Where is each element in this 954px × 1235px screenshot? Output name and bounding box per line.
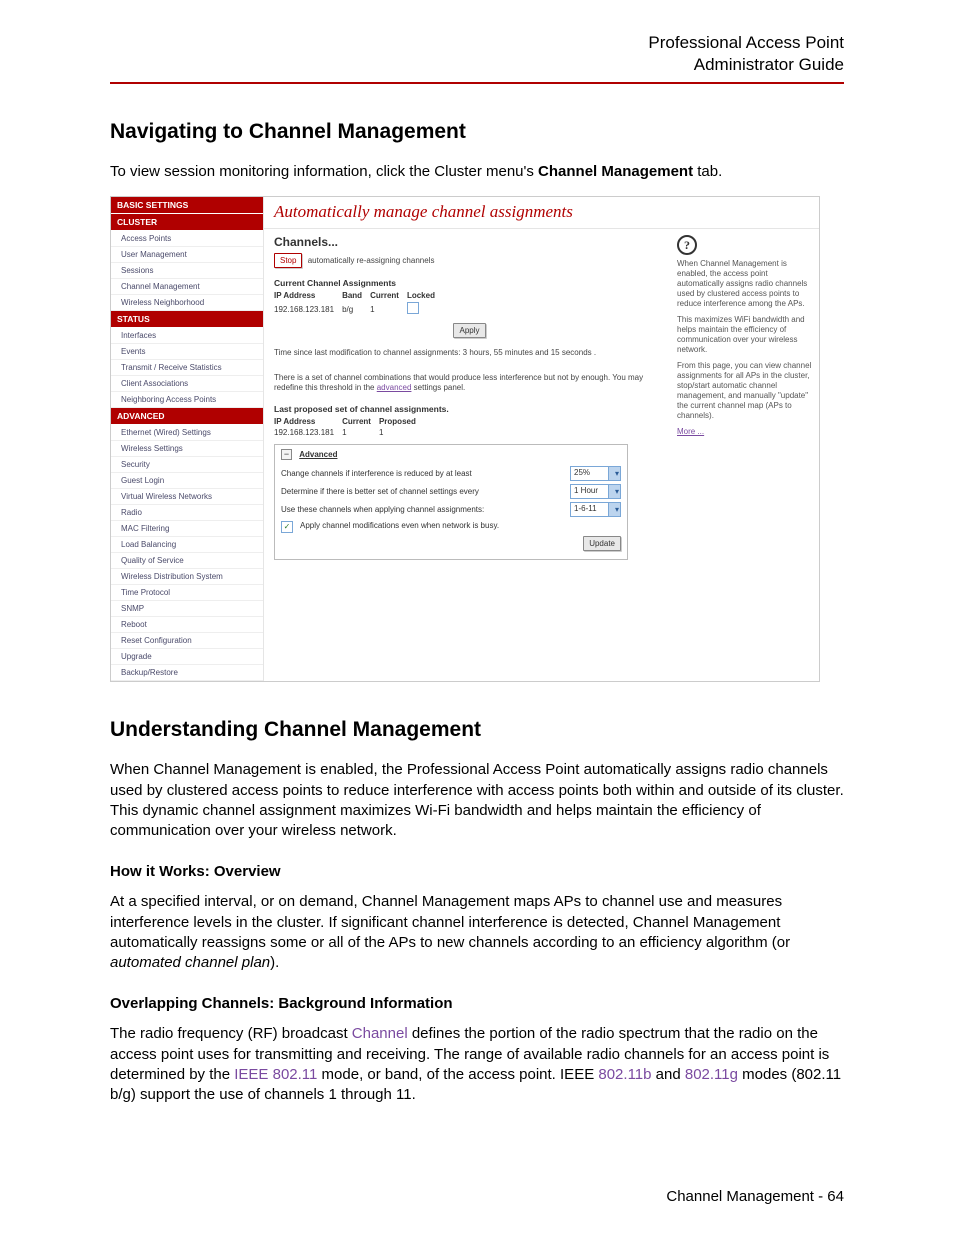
col2-proposed: Proposed [379, 416, 424, 427]
col-current: Current [370, 290, 407, 301]
advanced-title: Advanced [299, 450, 337, 459]
collapse-icon[interactable]: − [281, 449, 292, 460]
content-area: Clustered ⚙ 1 Access Point ⛶ 0 User Acco… [264, 229, 673, 681]
link-80211g[interactable]: 802.11g [685, 1066, 738, 1083]
link-80211b[interactable]: 802.11b [598, 1066, 651, 1083]
doc-title-2: Administrator Guide [694, 55, 844, 74]
help-text-3: From this page, you can view channel ass… [677, 361, 813, 421]
sidebar-group-status[interactable]: STATUS [111, 311, 263, 328]
last-proposed-title: Last proposed set of channel assignments… [274, 404, 665, 414]
update-button[interactable]: Update [583, 536, 621, 551]
adv-row3-select[interactable]: 1-6-11 [570, 502, 621, 517]
help-more-link[interactable]: More ... [677, 427, 704, 437]
sidebar-item-backup-restore[interactable]: Backup/Restore [111, 665, 263, 681]
sidebar-item-sessions[interactable]: Sessions [111, 263, 263, 279]
help-text-1: When Channel Management is enabled, the … [677, 259, 813, 309]
sidebar-group-advanced[interactable]: ADVANCED [111, 408, 263, 425]
sidebar: BASIC SETTINGS CLUSTER Access Points Use… [111, 197, 264, 681]
sidebar-group-cluster[interactable]: CLUSTER [111, 214, 263, 231]
help-text-2: This maximizes WiFi bandwidth and helps … [677, 315, 813, 355]
sidebar-item-channel-management[interactable]: Channel Management [111, 279, 263, 295]
stop-label: automatically re-assigning channels [308, 256, 435, 265]
adv-row1-select[interactable]: 25% [570, 466, 621, 481]
sidebar-item-reboot[interactable]: Reboot [111, 617, 263, 633]
sidebar-item-user-management[interactable]: User Management [111, 247, 263, 263]
sidebar-item-security[interactable]: Security [111, 457, 263, 473]
advanced-panel: − Advanced Change channels if interferen… [274, 444, 628, 560]
sidebar-item-wireless-neighborhood[interactable]: Wireless Neighborhood [111, 295, 263, 311]
admin-ui-screenshot: BASIC SETTINGS CLUSTER Access Points Use… [110, 196, 820, 682]
col2-ip: IP Address [274, 416, 342, 427]
adv-row4-label: Apply channel modifications even when ne… [300, 521, 621, 530]
sidebar-item-wds[interactable]: Wireless Distribution System [111, 569, 263, 585]
locked-checkbox[interactable] [407, 302, 419, 314]
link-ieee80211[interactable]: IEEE 802.11 [234, 1066, 317, 1083]
current-assignments-table: IP Address Band Current Locked 192.168.1… [274, 290, 443, 317]
sidebar-item-qos[interactable]: Quality of Service [111, 553, 263, 569]
sidebar-item-snmp[interactable]: SNMP [111, 601, 263, 617]
sidebar-item-reset-config[interactable]: Reset Configuration [111, 633, 263, 649]
stop-button[interactable]: Stop [274, 253, 302, 268]
sidebar-item-virtual-wireless[interactable]: Virtual Wireless Networks [111, 489, 263, 505]
overlapping-p: The radio frequency (RF) broadcast Chann… [110, 1024, 844, 1105]
sidebar-group-basic[interactable]: BASIC SETTINGS [111, 197, 263, 214]
current-assignments-title: Current Channel Assignments [274, 278, 665, 288]
col-band: Band [342, 290, 370, 301]
sidebar-item-guest-login[interactable]: Guest Login [111, 473, 263, 489]
sidebar-item-events[interactable]: Events [111, 344, 263, 360]
sidebar-item-mac-filtering[interactable]: MAC Filtering [111, 521, 263, 537]
sidebar-item-wireless-settings[interactable]: Wireless Settings [111, 441, 263, 457]
subheading-overlapping: Overlapping Channels: Background Informa… [110, 995, 844, 1012]
last-proposed-table: IP Address Current Proposed 192.168.123.… [274, 416, 424, 438]
table-row: 192.168.123.181 1 1 [274, 427, 424, 438]
link-channel[interactable]: Channel [352, 1025, 408, 1042]
channels-heading: Channels... [274, 235, 665, 249]
sidebar-item-tx-rx-stats[interactable]: Transmit / Receive Statistics [111, 360, 263, 376]
adv-row2-select[interactable]: 1 Hour [570, 484, 621, 499]
time-since-note: Time since last modification to channel … [274, 348, 665, 358]
help-icon[interactable]: ? [677, 235, 697, 255]
section-heading-navigating: Navigating to Channel Management [110, 120, 844, 144]
help-panel: ? When Channel Management is enabled, th… [673, 229, 819, 681]
apply-button[interactable]: Apply [453, 323, 485, 338]
threshold-note: There is a set of channel combinations t… [274, 373, 665, 394]
col-locked: Locked [407, 290, 443, 301]
doc-title-1: Professional Access Point [648, 33, 844, 52]
sidebar-item-time-protocol[interactable]: Time Protocol [111, 585, 263, 601]
sidebar-item-interfaces[interactable]: Interfaces [111, 328, 263, 344]
adv-row4-checkbox[interactable]: ✓ [281, 521, 293, 533]
sidebar-item-radio[interactable]: Radio [111, 505, 263, 521]
intro-paragraph: To view session monitoring information, … [110, 162, 844, 182]
sidebar-item-neighboring-aps[interactable]: Neighboring Access Points [111, 392, 263, 408]
col-ip: IP Address [274, 290, 342, 301]
page-title: Automatically manage channel assignments [264, 197, 819, 229]
col2-current: Current [342, 416, 379, 427]
advanced-link[interactable]: advanced [377, 383, 412, 392]
how-it-works-p: At a specified interval, or on demand, C… [110, 892, 844, 973]
sidebar-item-ethernet-settings[interactable]: Ethernet (Wired) Settings [111, 425, 263, 441]
subheading-how-it-works: How it Works: Overview [110, 863, 844, 880]
sidebar-item-load-balancing[interactable]: Load Balancing [111, 537, 263, 553]
adv-row2-label: Determine if there is better set of chan… [281, 487, 566, 496]
adv-row1-label: Change channels if interference is reduc… [281, 469, 566, 478]
sidebar-item-upgrade[interactable]: Upgrade [111, 649, 263, 665]
main-panel: Automatically manage channel assignments… [264, 197, 819, 681]
table-row: 192.168.123.181 b/g 1 [274, 301, 443, 317]
sidebar-item-client-associations[interactable]: Client Associations [111, 376, 263, 392]
header-divider [110, 82, 844, 84]
section-heading-understanding: Understanding Channel Management [110, 718, 844, 742]
page-footer: Channel Management - 64 [666, 1188, 844, 1205]
adv-row3-label: Use these channels when applying channel… [281, 505, 566, 514]
understanding-p1: When Channel Management is enabled, the … [110, 760, 844, 841]
sidebar-item-access-points[interactable]: Access Points [111, 231, 263, 247]
